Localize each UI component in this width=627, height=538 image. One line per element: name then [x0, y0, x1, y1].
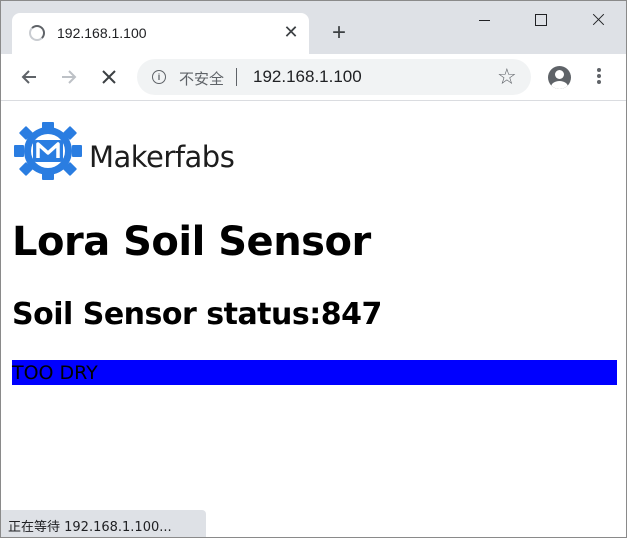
tab-title: 192.168.1.100	[57, 25, 147, 41]
forward-button[interactable]	[54, 62, 84, 92]
loading-status-text: 正在等待 192.168.1.100...	[8, 520, 172, 535]
loading-status-bubble: 正在等待 192.168.1.100...	[1, 510, 206, 537]
window-close-button[interactable]	[578, 7, 618, 33]
moisture-status-bar: TOO DRY	[12, 360, 617, 385]
address-bar[interactable]: i 不安全 192.168.1.100 ☆	[137, 59, 531, 95]
minimize-button[interactable]	[464, 7, 504, 33]
sensor-status-heading: Soil Sensor status:847	[12, 297, 382, 332]
address-separator	[236, 68, 237, 86]
security-label[interactable]: 不安全	[179, 68, 224, 89]
moisture-status-label: TOO DRY	[12, 362, 98, 384]
star-icon[interactable]: ☆	[497, 64, 517, 90]
tab-active[interactable]: 192.168.1.100 ✕	[12, 13, 309, 54]
url-text[interactable]: 192.168.1.100	[253, 67, 362, 87]
arrow-right-icon	[62, 70, 77, 84]
page-content: Makerfabs Lora Soil Sensor Soil Sensor s…	[1, 101, 626, 537]
profile-icon[interactable]	[548, 66, 571, 89]
info-icon[interactable]: i	[152, 70, 166, 84]
close-icon[interactable]: ✕	[280, 21, 302, 43]
back-button[interactable]	[14, 62, 44, 92]
kebab-menu-icon[interactable]	[591, 68, 607, 88]
tab-strip: 192.168.1.100 ✕ +	[1, 1, 626, 54]
browser-window: 192.168.1.100 ✕ + i 不安全 192.168.1.100 ☆ …	[0, 0, 627, 538]
arrow-left-icon	[21, 70, 36, 84]
makerfabs-logo-icon	[14, 122, 82, 180]
stop-button[interactable]	[94, 62, 124, 92]
new-tab-button[interactable]: +	[327, 21, 351, 45]
stop-icon	[102, 70, 116, 84]
page-title: Lora Soil Sensor	[12, 219, 371, 265]
maximize-button[interactable]	[521, 7, 561, 33]
logo-text: Makerfabs	[89, 140, 235, 174]
toolbar: i 不安全 192.168.1.100 ☆	[1, 54, 626, 101]
loading-spinner-icon	[29, 25, 45, 41]
